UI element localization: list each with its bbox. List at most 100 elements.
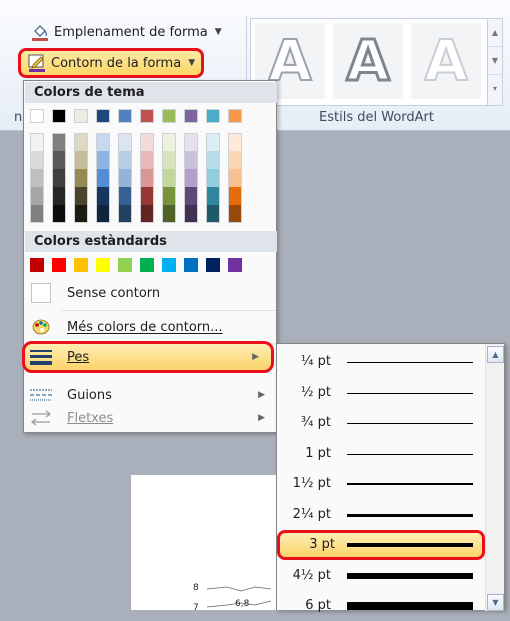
- theme-shade-swatch[interactable]: [184, 205, 198, 223]
- weight-line-sample: [347, 513, 473, 517]
- theme-shade-swatch[interactable]: [184, 169, 198, 187]
- theme-color-swatch[interactable]: [118, 109, 132, 123]
- scroll-down-icon[interactable]: ▼: [487, 594, 504, 611]
- theme-shade-swatch[interactable]: [162, 187, 176, 205]
- weight-option[interactable]: 2¼ pt: [277, 500, 481, 530]
- theme-shade-swatch[interactable]: [74, 151, 88, 169]
- weight-option[interactable]: ¼ pt: [277, 347, 481, 377]
- scroll-down-icon[interactable]: ▼: [488, 47, 502, 75]
- theme-shade-swatch[interactable]: [30, 169, 44, 187]
- theme-color-swatch[interactable]: [206, 109, 220, 123]
- standard-colors-header: Colors estàndards: [25, 231, 277, 252]
- theme-shade-swatch[interactable]: [206, 133, 220, 151]
- theme-shade-swatch[interactable]: [140, 205, 154, 223]
- theme-color-swatch[interactable]: [30, 109, 44, 123]
- theme-shade-swatch[interactable]: [162, 133, 176, 151]
- theme-shade-swatch[interactable]: [96, 187, 110, 205]
- theme-color-swatch[interactable]: [162, 109, 176, 123]
- theme-shade-swatch[interactable]: [206, 151, 220, 169]
- theme-shade-swatch[interactable]: [118, 169, 132, 187]
- theme-shade-swatch[interactable]: [228, 169, 242, 187]
- theme-shade-swatch[interactable]: [30, 205, 44, 223]
- wordart-styles-gallery[interactable]: A A A ▲ ▼ ▾: [250, 18, 503, 106]
- theme-shade-swatch[interactable]: [118, 187, 132, 205]
- theme-shade-swatch[interactable]: [206, 169, 220, 187]
- standard-color-swatch[interactable]: [228, 258, 242, 272]
- theme-shade-swatch[interactable]: [118, 151, 132, 169]
- shape-outline-button[interactable]: Contorn de la forma ▼: [18, 48, 205, 78]
- weight-option-label: 6 pt: [305, 598, 331, 613]
- weight-option[interactable]: 1 pt: [277, 439, 481, 469]
- weight-option[interactable]: 4½ pt: [277, 561, 481, 591]
- theme-shade-swatch[interactable]: [74, 187, 88, 205]
- scroll-up-icon[interactable]: ▲: [488, 19, 502, 47]
- theme-shade-swatch[interactable]: [52, 187, 66, 205]
- scroll-up-icon[interactable]: ▲: [487, 346, 504, 363]
- theme-shade-swatch[interactable]: [228, 151, 242, 169]
- standard-color-swatch[interactable]: [30, 258, 44, 272]
- gallery-more-icon[interactable]: ▾: [488, 75, 502, 103]
- theme-shade-swatch[interactable]: [118, 205, 132, 223]
- theme-shade-swatch[interactable]: [52, 151, 66, 169]
- theme-shade-swatch[interactable]: [118, 133, 132, 151]
- theme-shade-swatch[interactable]: [184, 151, 198, 169]
- theme-shade-swatch[interactable]: [184, 133, 198, 151]
- theme-shade-swatch[interactable]: [52, 169, 66, 187]
- theme-shade-swatch[interactable]: [30, 151, 44, 169]
- gallery-scroll[interactable]: ▲ ▼ ▾: [487, 19, 502, 105]
- theme-shade-swatch[interactable]: [52, 133, 66, 151]
- theme-shade-swatch[interactable]: [162, 151, 176, 169]
- standard-color-swatch[interactable]: [162, 258, 176, 272]
- theme-shade-swatch[interactable]: [228, 133, 242, 151]
- standard-color-swatch[interactable]: [184, 258, 198, 272]
- standard-color-swatch[interactable]: [74, 258, 88, 272]
- theme-shade-swatch[interactable]: [140, 133, 154, 151]
- shape-fill-button[interactable]: Emplenament de forma ▼: [24, 20, 228, 44]
- no-outline-item[interactable]: Sense contorn: [25, 278, 277, 308]
- standard-color-swatch[interactable]: [140, 258, 154, 272]
- theme-color-swatch[interactable]: [74, 109, 88, 123]
- theme-shade-swatch[interactable]: [96, 133, 110, 151]
- theme-shade-swatch[interactable]: [140, 151, 154, 169]
- standard-color-swatch[interactable]: [118, 258, 132, 272]
- submenu-arrow-icon: ▶: [258, 413, 265, 423]
- submenu-scrollbar[interactable]: ▲ ▼: [485, 344, 504, 611]
- theme-shade-swatch[interactable]: [228, 187, 242, 205]
- theme-shade-swatch[interactable]: [74, 205, 88, 223]
- theme-shade-swatch[interactable]: [74, 169, 88, 187]
- theme-shade-swatch[interactable]: [184, 187, 198, 205]
- theme-shade-swatch[interactable]: [228, 205, 242, 223]
- standard-color-swatch[interactable]: [52, 258, 66, 272]
- theme-shade-swatch[interactable]: [52, 205, 66, 223]
- theme-color-swatch[interactable]: [228, 109, 242, 123]
- theme-shade-swatch[interactable]: [30, 133, 44, 151]
- theme-color-swatch[interactable]: [96, 109, 110, 123]
- theme-color-swatch[interactable]: [140, 109, 154, 123]
- weight-option-label: 2¼ pt: [292, 506, 331, 522]
- theme-shade-swatch[interactable]: [140, 187, 154, 205]
- weight-option-label: ¾ pt: [300, 415, 331, 430]
- theme-shade-swatch[interactable]: [96, 151, 110, 169]
- theme-color-swatch[interactable]: [184, 109, 198, 123]
- theme-shade-swatch[interactable]: [140, 169, 154, 187]
- weight-option[interactable]: ¾ pt: [277, 408, 481, 438]
- theme-shade-swatch[interactable]: [206, 187, 220, 205]
- theme-shade-swatch[interactable]: [162, 169, 176, 187]
- theme-shade-swatch[interactable]: [206, 205, 220, 223]
- standard-color-swatch[interactable]: [96, 258, 110, 272]
- standard-color-swatch[interactable]: [206, 258, 220, 272]
- theme-shade-swatch[interactable]: [96, 205, 110, 223]
- weight-item[interactable]: Pes ▶: [22, 341, 274, 373]
- theme-shade-swatch[interactable]: [30, 187, 44, 205]
- weight-option[interactable]: 1½ pt: [277, 469, 481, 499]
- theme-shade-swatch[interactable]: [162, 205, 176, 223]
- wordart-style-2[interactable]: A: [333, 23, 403, 99]
- weight-option[interactable]: 6 pt: [277, 591, 481, 621]
- theme-color-swatch[interactable]: [52, 109, 66, 123]
- theme-shade-swatch[interactable]: [96, 169, 110, 187]
- more-outline-colors-item[interactable]: Més colors de contorn...: [25, 312, 277, 342]
- weight-option[interactable]: 3 pt: [277, 530, 485, 560]
- wordart-style-3[interactable]: A: [411, 23, 481, 99]
- theme-shade-swatch[interactable]: [74, 133, 88, 151]
- weight-option[interactable]: ½ pt: [277, 378, 481, 408]
